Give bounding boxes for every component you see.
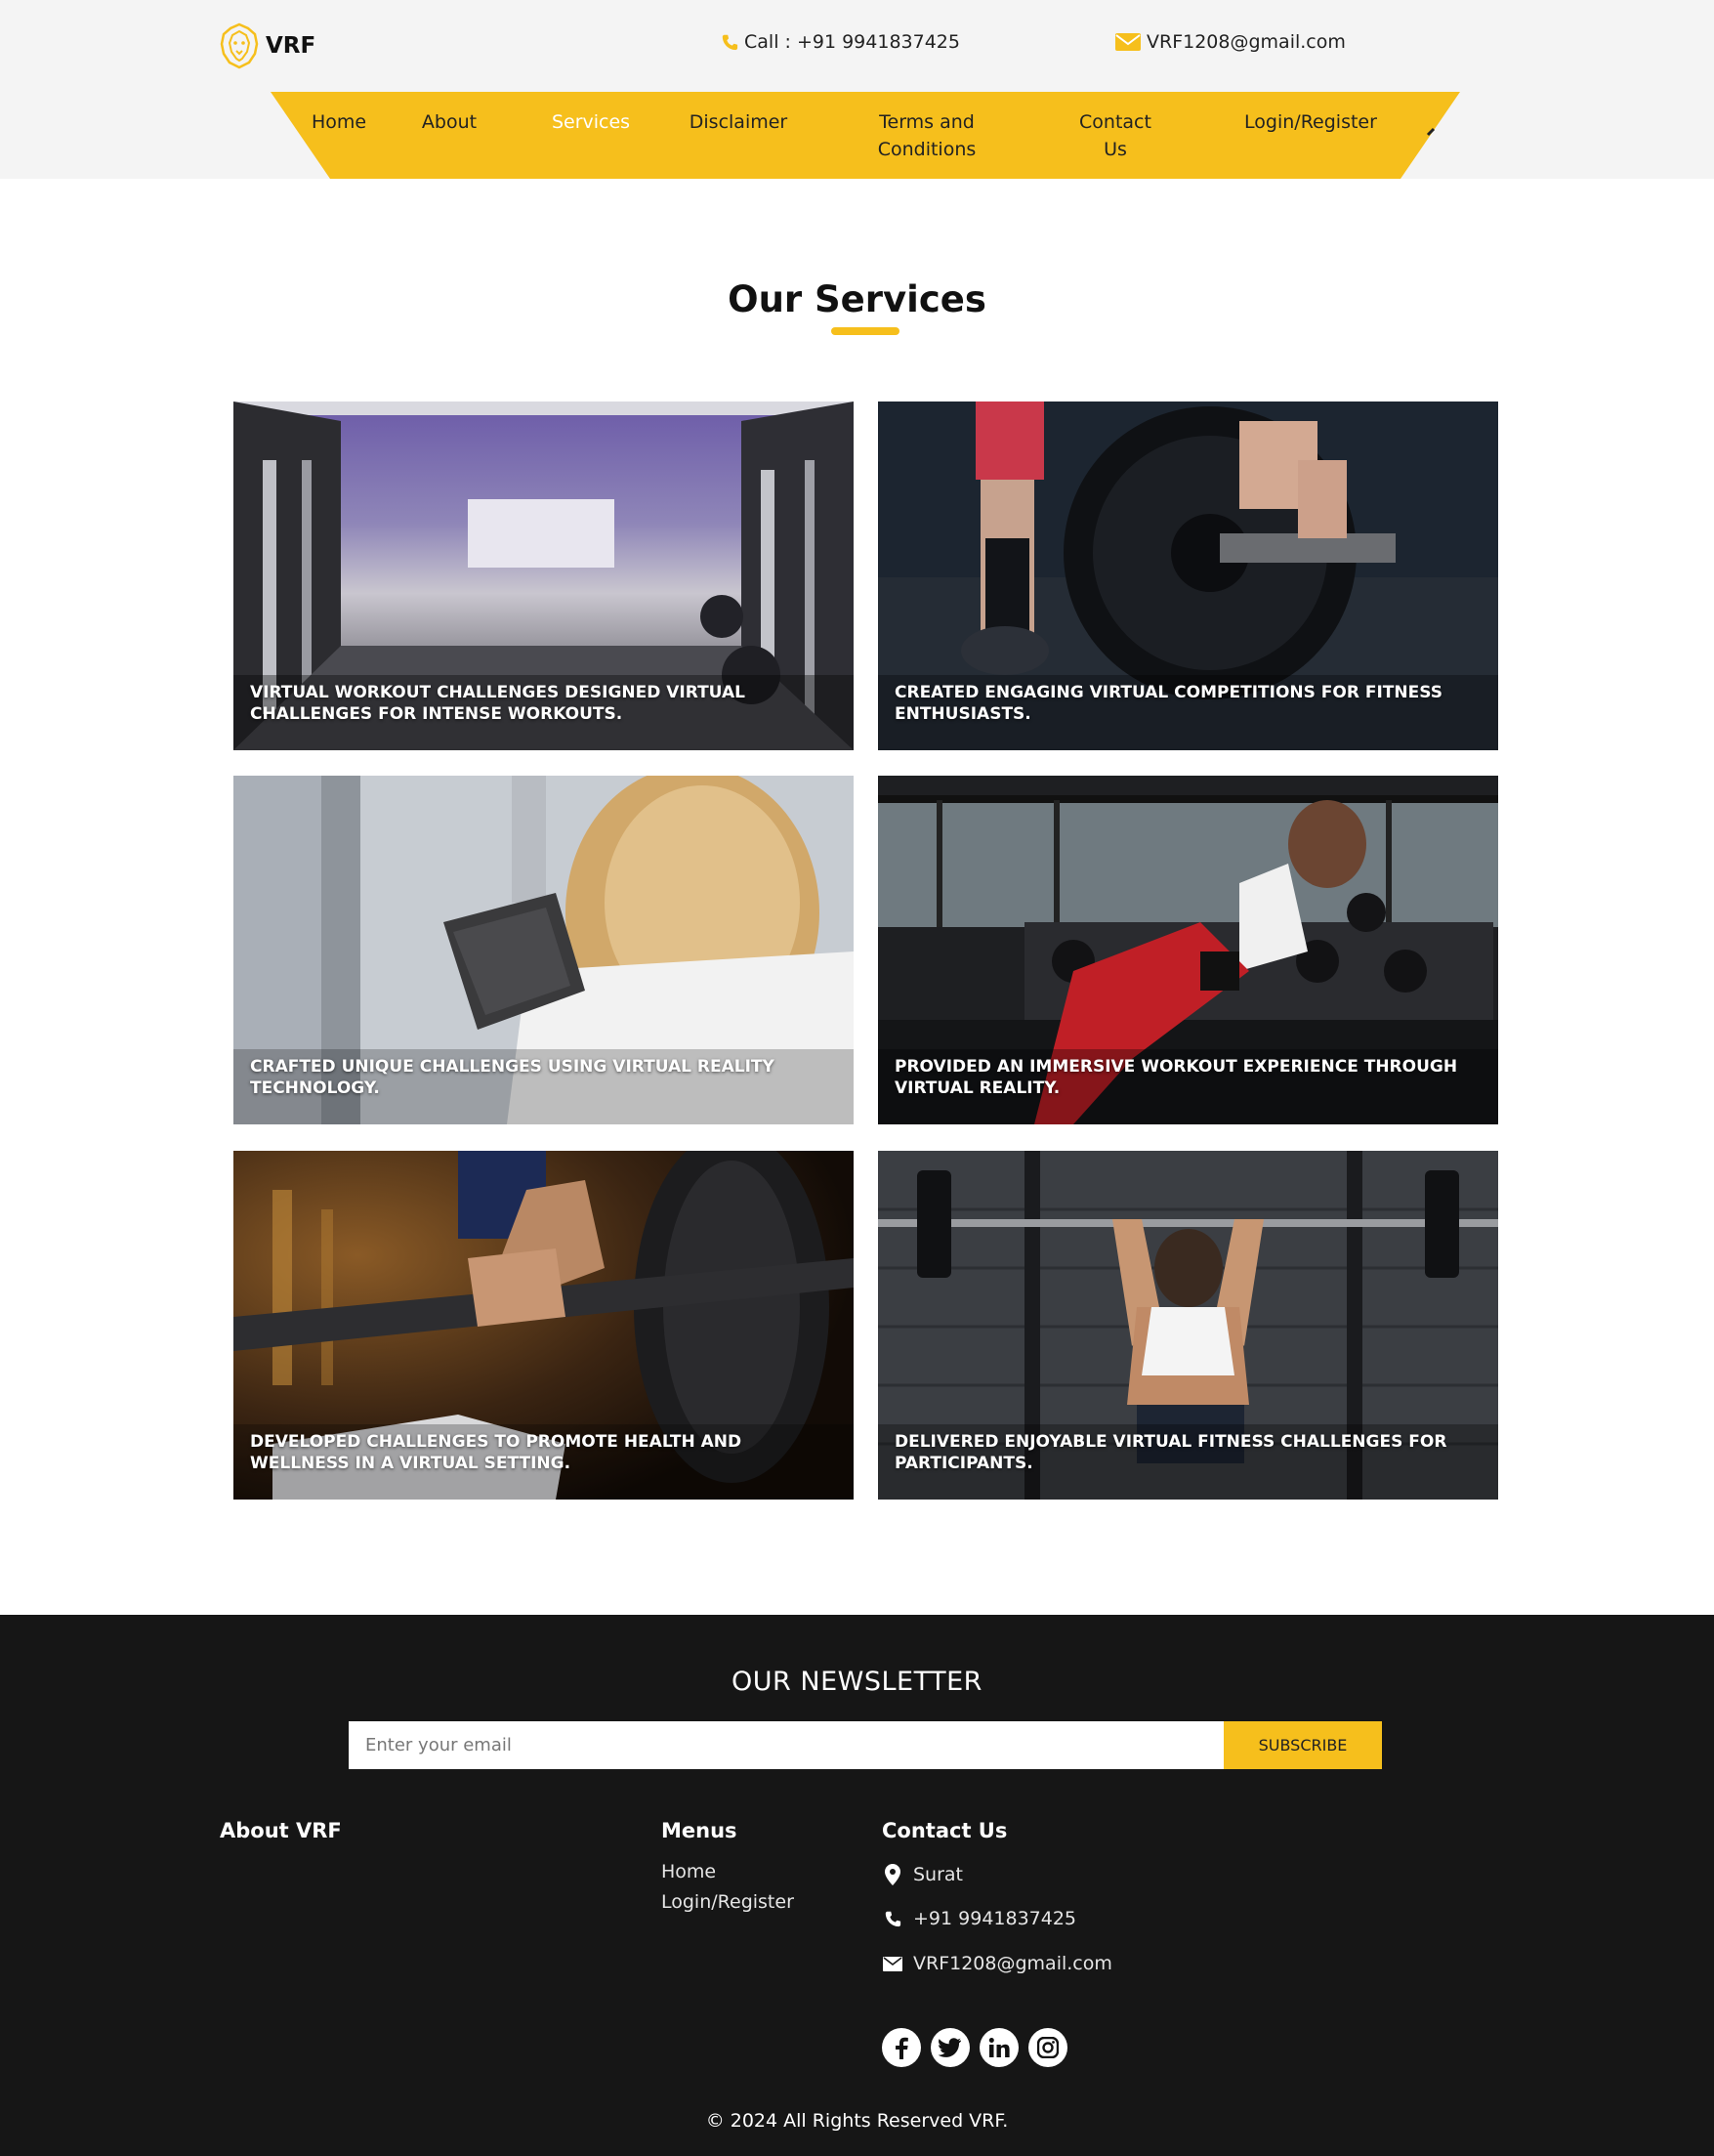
service-card[interactable]: Virtual workout challenges designed virt…	[233, 402, 854, 750]
copyright-text: © 2024 All Rights Reserved VRF.	[705, 2110, 1009, 2132]
nav-item-services[interactable]: Services	[547, 108, 635, 136]
service-card[interactable]: Developed challenges to promote health a…	[233, 1151, 854, 1500]
service-card[interactable]: Crafted unique challenges using virtual …	[233, 776, 854, 1124]
service-caption: Created engaging virtual competitions fo…	[895, 683, 1442, 724]
services-title: Our Services	[728, 278, 986, 320]
footer-location-text: Surat	[913, 1864, 964, 1885]
service-card[interactable]: Created engaging virtual competitions fo…	[878, 402, 1498, 750]
footer-link-home[interactable]: Home	[661, 1861, 716, 1882]
footer-phone-text: +91 9941837425	[913, 1908, 1077, 1929]
location-pin-icon	[882, 1864, 903, 1885]
newsletter-email-input[interactable]	[349, 1721, 1224, 1769]
nav-item-contact-us[interactable]: Contact Us	[1071, 108, 1159, 163]
nav-item-disclaimer[interactable]: Disclaimer	[685, 108, 792, 136]
newsletter-title: OUR NEWSLETTER	[732, 1667, 982, 1697]
service-caption: Crafted unique challenges using virtual …	[250, 1057, 774, 1098]
header-phone-text: Call : +91 9941837425	[744, 31, 960, 53]
twitter-icon[interactable]	[931, 2028, 970, 2067]
main-navigation: Home About Services Disclaimer Terms and Con…	[271, 92, 1460, 179]
footer-location: Surat	[882, 1864, 963, 1885]
service-card[interactable]: Provided an immersive workout experience…	[878, 776, 1498, 1124]
header-email[interactable]: VRF1208@gmail.com	[1115, 31, 1346, 53]
site-footer: OUR NEWSLETTER SUBSCRIBE About VRF Menus…	[0, 1615, 1714, 2156]
menus-title: Menus	[661, 1819, 737, 1842]
facebook-icon[interactable]	[882, 2028, 921, 2067]
header-email-text: VRF1208@gmail.com	[1147, 31, 1346, 53]
mail-icon	[1115, 32, 1141, 52]
footer-phone[interactable]: +91 9941837425	[882, 1908, 1076, 1929]
linkedin-icon[interactable]	[980, 2028, 1019, 2067]
service-caption: Virtual workout challenges designed virt…	[250, 683, 745, 724]
newsletter-form: SUBSCRIBE	[349, 1721, 1382, 1769]
footer-email-text: VRF1208@gmail.com	[913, 1953, 1112, 1974]
footer-link-login-register[interactable]: Login/Register	[661, 1891, 794, 1913]
nav-item-login-register[interactable]: Login/Register	[1223, 108, 1399, 136]
header-phone[interactable]: Call : +91 9941837425	[721, 31, 960, 53]
service-caption: Developed challenges to promote health a…	[250, 1432, 742, 1473]
mail-icon	[882, 1956, 903, 1971]
social-links	[882, 2028, 1067, 2067]
title-underline	[831, 327, 899, 335]
service-card[interactable]: Delivered enjoyable virtual fitness chal…	[878, 1151, 1498, 1500]
site-header: VRF Call : +91 9941837425 VRF1208@gmail.…	[0, 0, 1714, 179]
contact-title: Contact Us	[882, 1819, 1008, 1842]
nav-item-terms-and-conditions[interactable]: Terms and Conditions	[863, 108, 990, 163]
phone-icon	[882, 1910, 903, 1927]
service-caption: Provided an immersive workout experience…	[895, 1057, 1458, 1098]
lion-logo-icon	[220, 22, 259, 69]
footer-email[interactable]: VRF1208@gmail.com	[882, 1953, 1112, 1974]
instagram-icon[interactable]	[1028, 2028, 1067, 2067]
service-caption: Delivered enjoyable virtual fitness chal…	[895, 1432, 1447, 1473]
subscribe-button[interactable]: SUBSCRIBE	[1224, 1721, 1382, 1769]
phone-icon	[721, 33, 738, 51]
brand-name: VRF	[266, 33, 316, 59]
nav-item-about[interactable]: About	[417, 108, 481, 136]
brand-logo[interactable]: VRF	[219, 21, 315, 70]
nav-item-home[interactable]: Home	[305, 108, 373, 136]
about-title: About VRF	[220, 1819, 342, 1842]
